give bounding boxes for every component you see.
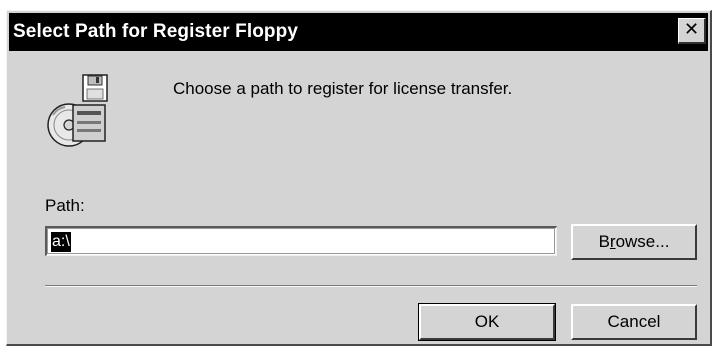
close-icon: ✕ (683, 19, 700, 40)
ok-button[interactable]: OK (418, 303, 556, 341)
instruction-message: Choose a path to register for license tr… (173, 79, 513, 98)
window-title: Select Path for Register Floppy (13, 21, 298, 42)
ok-label: OK (474, 312, 500, 331)
separator (45, 285, 697, 287)
path-input-value: a:\ (51, 232, 71, 252)
browse-label-start: B (598, 232, 610, 251)
path-label: Path: (45, 196, 85, 215)
browse-label-end: owse... (615, 232, 670, 251)
dialog-window: Select Path for Register Floppy ✕ Choose… (6, 10, 712, 346)
cancel-button[interactable]: Cancel (571, 304, 697, 340)
close-button[interactable]: ✕ (678, 18, 706, 44)
title-bar[interactable]: Select Path for Register Floppy ✕ (9, 13, 708, 51)
floppy-disk-cd-icon (43, 71, 111, 149)
cancel-label: Cancel (607, 312, 661, 331)
path-input[interactable]: a:\ (45, 226, 557, 256)
browse-button[interactable]: Browse... (571, 224, 697, 260)
